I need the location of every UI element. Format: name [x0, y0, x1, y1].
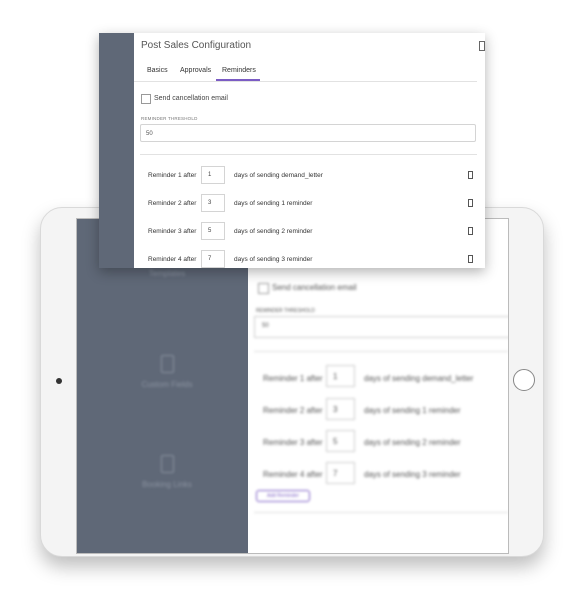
tablet-reminder-days: 7: [326, 462, 355, 484]
document-icon: [160, 355, 174, 373]
reminder-days-input[interactable]: 5: [201, 222, 225, 240]
tab-reminders[interactable]: Reminders: [222, 67, 256, 74]
tablet-reminder-days: 1: [326, 365, 355, 387]
cancellation-email-checkbox[interactable]: [141, 94, 151, 104]
divider: [254, 351, 508, 352]
reminder-suffix: days of sending 3 reminder: [234, 256, 313, 263]
active-tab-indicator: [216, 79, 260, 81]
delete-icon[interactable]: [468, 227, 473, 235]
tablet-sidebar: Templates Custom Fields Booking Links: [77, 219, 248, 553]
reminder-days-input[interactable]: 1: [201, 166, 225, 184]
reminder-row: Reminder 3 after 5 days of sending 2 rem…: [134, 222, 485, 242]
divider: [140, 154, 477, 155]
cancellation-email-label: Send cancellation email: [154, 95, 228, 102]
reminder-label: Reminder 3 after: [148, 228, 197, 235]
window-title: Post Sales Configuration: [141, 40, 252, 51]
threshold-label: REMINDER THRESHOLD: [141, 116, 198, 121]
reminder-row: Reminder 1 after 1 days of sending deman…: [134, 166, 485, 186]
divider: [254, 512, 508, 513]
tab-bar: Basics Approvals Reminders: [134, 59, 477, 82]
tablet-cancel-label: Send cancellation email: [272, 283, 357, 292]
window-main: Post Sales Configuration Basics Approval…: [134, 33, 485, 268]
reminder-label: Reminder 1 after: [148, 172, 197, 179]
tablet-reminder-days: 3: [326, 398, 355, 420]
tablet-content: Send cancellation email REMINDER THRESHO…: [248, 219, 508, 553]
home-button: [513, 369, 535, 391]
reminder-days-input[interactable]: 3: [201, 194, 225, 212]
document-icon: [160, 455, 174, 473]
reminder-suffix: days of sending 1 reminder: [234, 200, 313, 207]
reminder-suffix: days of sending 2 reminder: [234, 228, 313, 235]
reminder-row: Reminder 4 after 7 days of sending 3 rem…: [134, 250, 485, 268]
delete-icon[interactable]: [468, 171, 473, 179]
tablet-sidebar-item: Booking Links: [132, 455, 202, 489]
tablet-add-reminder-button: Add Reminder: [256, 490, 310, 502]
tablet-threshold-label: REMINDER THRESHOLD: [256, 308, 315, 314]
reminder-days-input[interactable]: 7: [201, 250, 225, 268]
config-window: Post Sales Configuration Basics Approval…: [99, 33, 485, 268]
tablet-reminder-days: 5: [326, 430, 355, 452]
close-icon[interactable]: [479, 41, 485, 51]
tab-approvals[interactable]: Approvals: [180, 67, 211, 74]
delete-icon[interactable]: [468, 199, 473, 207]
tablet-sidebar-item: Templates: [148, 269, 186, 278]
reminder-label: Reminder 4 after: [148, 256, 197, 263]
reminder-suffix: days of sending demand_letter: [234, 172, 323, 179]
tablet-threshold-input: 50: [254, 316, 508, 338]
reminder-row: Reminder 2 after 3 days of sending 1 rem…: [134, 194, 485, 214]
threshold-input[interactable]: 50: [140, 124, 476, 142]
tablet-cancel-checkbox: [258, 283, 269, 294]
window-sidebar: [99, 33, 134, 268]
camera-dot: [56, 378, 62, 384]
tab-basics[interactable]: Basics: [147, 67, 168, 74]
tablet-screen: Templates Custom Fields Booking Links Se…: [76, 218, 509, 554]
reminder-label: Reminder 2 after: [148, 200, 197, 207]
delete-icon[interactable]: [468, 255, 473, 263]
tablet-sidebar-item: Custom Fields: [132, 355, 202, 389]
